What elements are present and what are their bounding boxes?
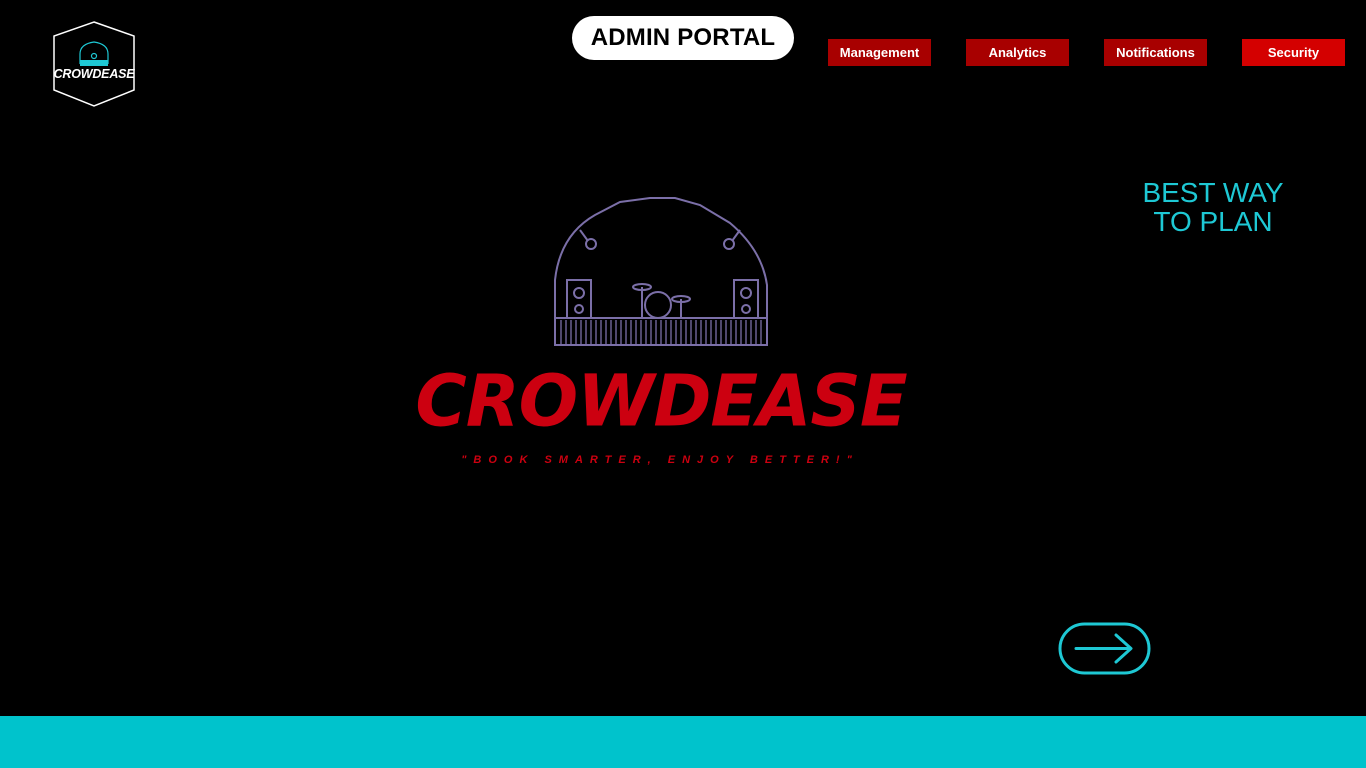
admin-portal-label: ADMIN PORTAL [572, 16, 794, 60]
nav-management-button[interactable]: Management [828, 39, 931, 66]
brand-logo[interactable]: CROWDEASE [50, 20, 138, 108]
footer-band [0, 716, 1366, 768]
next-button[interactable] [1058, 622, 1151, 675]
hero-slogan: "BOOK SMARTER, ENJOY BETTER!" [461, 454, 859, 466]
nav-analytics-button[interactable]: Analytics [966, 39, 1069, 66]
nav-security-button[interactable]: Security [1242, 39, 1345, 66]
nav-notifications-button[interactable]: Notifications [1104, 39, 1207, 66]
tagline-line-1: BEST WAY [1142, 177, 1284, 208]
logo-hexagon-icon [53, 21, 135, 107]
tagline-line-2: TO PLAN [1153, 206, 1273, 237]
hero-brand-title: CROWDEASE [415, 359, 907, 443]
concert-stage-icon [554, 197, 768, 346]
arrow-right-icon [1058, 622, 1151, 675]
hero-tagline: BEST WAY TO PLAN [1112, 178, 1314, 236]
logo-text: CROWDEASE [53, 67, 135, 81]
concert-stage-illustration [550, 195, 772, 350]
